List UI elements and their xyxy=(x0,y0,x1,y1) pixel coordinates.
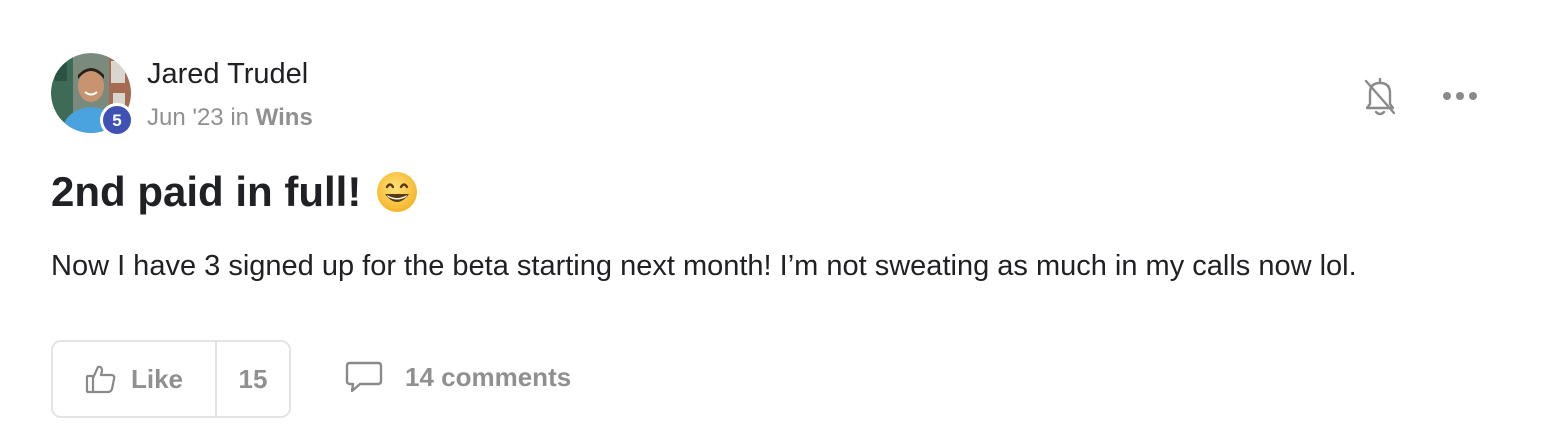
thumbs-up-icon xyxy=(85,365,116,394)
post-title: 2nd paid in full! xyxy=(51,168,419,216)
post-body: Now I have 3 signed up for the beta star… xyxy=(51,250,1357,282)
like-count[interactable]: 15 xyxy=(217,342,289,416)
more-horizontal-icon[interactable] xyxy=(1438,74,1482,118)
header-actions xyxy=(1358,74,1482,118)
like-group: Like 15 xyxy=(51,340,291,418)
post-date: Jun '23 xyxy=(147,104,224,131)
post-title-text: 2nd paid in full! xyxy=(51,168,362,215)
meta-in-word: in xyxy=(230,104,249,131)
comments-label: 14 comments xyxy=(405,361,572,392)
author-avatar[interactable]: 5 xyxy=(51,53,134,137)
grinning-face-emoji xyxy=(377,172,418,212)
level-badge: 5 xyxy=(100,103,134,137)
comments-button[interactable]: 14 comments xyxy=(345,360,571,394)
category-link[interactable]: Wins xyxy=(256,104,313,131)
like-label: Like xyxy=(130,363,184,394)
post-meta: Jun '23 in Wins xyxy=(147,104,313,132)
speech-bubble-icon xyxy=(345,361,383,393)
bell-off-icon[interactable] xyxy=(1358,74,1402,118)
like-button[interactable]: Like xyxy=(53,342,217,416)
post-card: 5 Jared Trudel Jun '23 in Wins 2nd paid … xyxy=(0,0,1542,444)
author-name[interactable]: Jared Trudel xyxy=(147,58,308,91)
